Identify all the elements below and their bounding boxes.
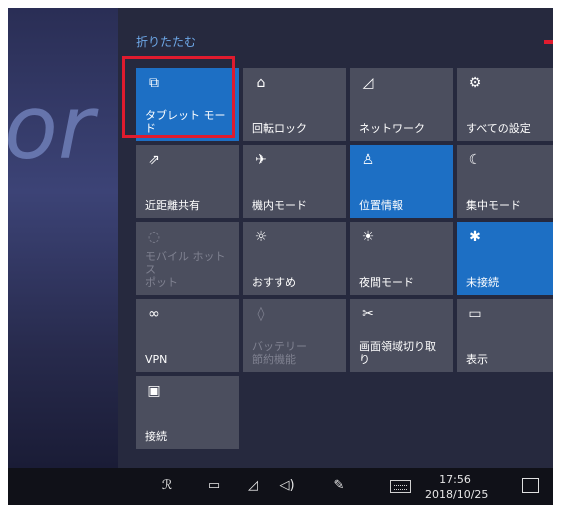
connect-icon: ▣	[147, 383, 161, 399]
tile-screen-snip[interactable]: ✂ 画面領域切り取 り	[350, 299, 453, 372]
battery-icon[interactable]: ▭	[203, 477, 225, 495]
location-icon: ♙	[361, 152, 375, 168]
clock-time: 17:56	[439, 473, 471, 486]
nearby-sharing-icon: ⇗	[148, 152, 160, 168]
pen-icon[interactable]: ✎	[330, 477, 348, 495]
rotation-lock-icon: ⌂	[256, 75, 266, 91]
tile-label: 表示	[466, 353, 488, 366]
keyboard-icon[interactable]	[390, 480, 411, 493]
tile-settings[interactable]: ⚙ すべての設定	[457, 68, 553, 141]
project-icon: ▭	[468, 306, 482, 322]
tile-label: モバイル ホットス ポット	[145, 250, 226, 289]
tile-label: 回転ロック	[252, 122, 307, 135]
tile-bluetooth[interactable]: ✱ 未接続	[457, 222, 553, 295]
tile-label: ネットワーク	[359, 122, 425, 135]
tile-focus-assist[interactable]: ☾ 集中モード	[457, 145, 553, 218]
volume-icon[interactable]: ◁)	[276, 477, 298, 495]
tile-label: 機内モード	[252, 199, 307, 212]
tile-label: 接続	[145, 430, 167, 443]
brightness-icon: ☼	[254, 229, 268, 245]
settings-icon: ⚙	[468, 75, 482, 91]
tile-mobile-hotspot[interactable]: ◌ モバイル ホットス ポット	[136, 222, 239, 295]
mobile-hotspot-icon: ◌	[147, 229, 161, 245]
tile-rotation-lock[interactable]: ⌂ 回転ロック	[243, 68, 346, 141]
tile-label: 集中モード	[466, 199, 521, 212]
clock[interactable]: 17:56 2018/10/25	[425, 472, 489, 502]
vpn-icon: ∞	[148, 306, 160, 322]
clock-date: 2018/10/25	[425, 488, 489, 501]
tile-project[interactable]: ▭ 表示	[457, 299, 553, 372]
tile-battery-saver[interactable]: ◊ バッテリー 節約機能	[243, 299, 346, 372]
wifi-icon[interactable]: ◿	[243, 477, 263, 495]
taskbar: ℛ ▭ ◿ ◁) ✎ 17:56 2018/10/25	[8, 468, 553, 505]
tile-label: すべての設定	[466, 122, 531, 135]
airplane-mode-icon: ✈	[255, 152, 267, 168]
screen: or 折りたたむ ⧉ タブレット モード ⌂ 回転ロック ◿ ネットワーク ⚙ すべての設定 ⇗…	[8, 8, 553, 505]
tile-label: おすすめ	[252, 276, 296, 289]
focus-assist-icon: ☾	[468, 152, 482, 168]
tile-location[interactable]: ♙ 位置情報	[350, 145, 453, 218]
tile-label: 画面領域切り取 り	[359, 340, 436, 366]
tile-label: 近距離共有	[145, 199, 200, 212]
tile-network[interactable]: ◿ ネットワーク	[350, 68, 453, 141]
tile-label: VPN	[145, 353, 168, 366]
tile-nearby-sharing[interactable]: ⇗ 近距離共有	[136, 145, 239, 218]
tile-label: 位置情報	[359, 199, 403, 212]
collapse-link[interactable]: 折りたたむ	[136, 35, 196, 49]
tile-night-light[interactable]: ☀ 夜間モード	[350, 222, 453, 295]
highlight-frame	[122, 56, 235, 138]
screen-snip-icon: ✂	[362, 306, 374, 322]
tile-label: 夜間モード	[359, 276, 414, 289]
desktop-wallpaper-text: or	[8, 76, 95, 179]
battery-saver-icon: ◊	[257, 306, 265, 322]
tile-label: 未接続	[466, 276, 499, 289]
tile-connect[interactable]: ▣ 接続	[136, 376, 239, 449]
bluetooth-icon: ✱	[469, 229, 481, 245]
tile-vpn[interactable]: ∞ VPN	[136, 299, 239, 372]
people-icon[interactable]: ℛ	[158, 477, 176, 495]
tile-airplane-mode[interactable]: ✈ 機内モード	[243, 145, 346, 218]
tile-brightness[interactable]: ☼ おすすめ	[243, 222, 346, 295]
red-marker	[544, 40, 553, 44]
action-center-icon[interactable]	[522, 478, 539, 493]
night-light-icon: ☀	[361, 229, 375, 245]
network-icon: ◿	[362, 75, 374, 91]
desktop-background: or	[8, 8, 118, 468]
tile-label: バッテリー 節約機能	[252, 340, 307, 366]
